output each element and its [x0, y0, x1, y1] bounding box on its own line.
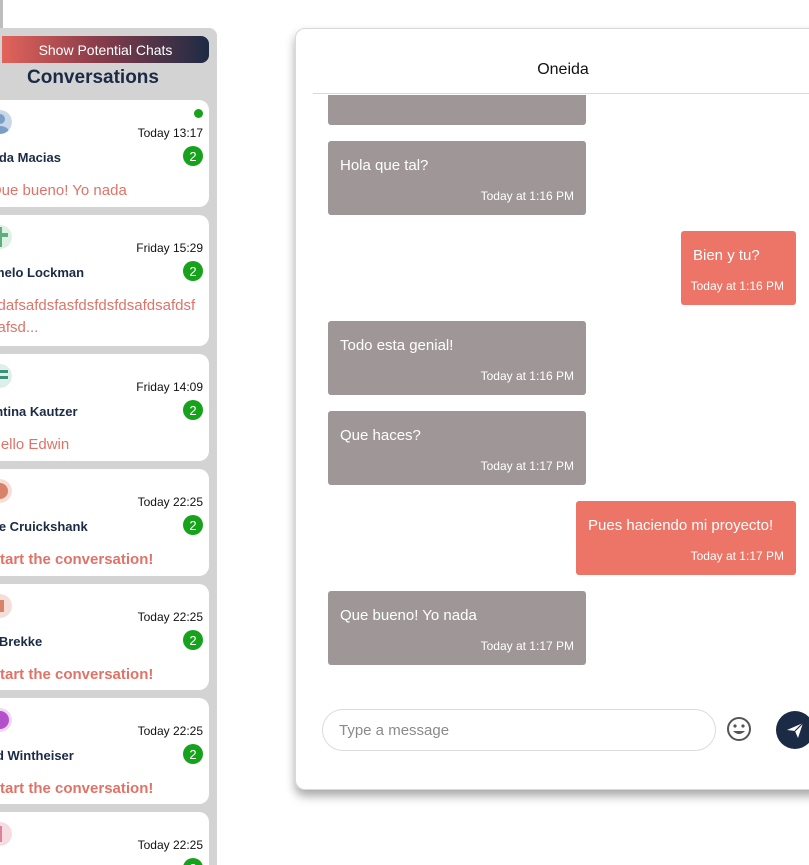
unread-badge: 2: [183, 146, 203, 166]
message-text: Que haces?: [340, 427, 421, 444]
unread-badge: 2: [183, 744, 203, 764]
last-message-preview: Start the conversation!: [0, 780, 154, 797]
last-message-preview: sdafsafdsfasfdsfdsfdsafdsafdsfsafsd...: [0, 297, 196, 336]
avatar: [0, 110, 12, 134]
conversation-sidebar: Show Potential Chats Conversations Today…: [0, 28, 217, 865]
message-time: Today at 1:16 PM: [480, 189, 574, 203]
show-potential-chats-button[interactable]: Show Potential Chats: [2, 36, 209, 63]
avatar: [0, 822, 12, 846]
incoming-message: [328, 95, 586, 125]
conversations-heading: Conversations: [27, 67, 159, 88]
incoming-message: Que haces? Today at 1:17 PM: [328, 411, 586, 485]
conversation-card[interactable]: Friday 15:29 rmelo Lockman 2 sdafsafdsfa…: [0, 215, 209, 346]
message-text: Bien y tu?: [693, 247, 760, 264]
conversation-time: Friday 14:09: [136, 380, 203, 394]
message-list[interactable]: Hola que tal? Today at 1:16 PM Bien y tu…: [296, 95, 809, 690]
message-text: Hola que tal?: [340, 157, 429, 174]
conversation-time: Friday 15:29: [136, 241, 203, 255]
outgoing-message: Bien y tu? Today at 1:16 PM: [681, 231, 796, 305]
paper-plane-icon: [787, 722, 804, 738]
incoming-message: Hola que tal? Today at 1:16 PM: [328, 141, 586, 215]
message-composer: [322, 709, 716, 751]
unread-badge: 2: [183, 630, 203, 650]
message-time: Today at 1:17 PM: [480, 639, 574, 653]
conversation-card[interactable]: Today 22:25 od Wintheiser 2 Start the co…: [0, 698, 209, 804]
chat-header: Oneida: [313, 29, 809, 94]
conversation-card[interactable]: Today 22:25 li Brekke 2 Start the conver…: [0, 584, 209, 690]
message-time: Today at 1:17 PM: [480, 459, 574, 473]
last-message-preview: Start the conversation!: [0, 666, 154, 683]
incoming-message: Que bueno! Yo nada Today at 1:17 PM: [328, 591, 586, 665]
contact-name: li Brekke: [0, 634, 43, 649]
contact-name: entina Kautzer: [0, 404, 78, 419]
message-text: Pues haciendo mi proyecto!: [588, 517, 774, 534]
avatar: [0, 594, 12, 618]
conversation-time: Today 13:17: [137, 126, 203, 140]
online-status-dot: [194, 109, 203, 118]
outgoing-message: Pues haciendo mi proyecto! Today at 1:17…: [576, 501, 796, 575]
avatar: [0, 364, 12, 388]
smiley-face-icon[interactable]: [726, 716, 752, 742]
chat-contact-name: Oneida: [537, 61, 589, 78]
chat-window: Oneida Hola que tal? Today at 1:16 PM Bi…: [295, 28, 809, 790]
message-time: Today at 1:16 PM: [690, 279, 784, 293]
avatar: [0, 479, 12, 503]
avatar: [0, 225, 12, 249]
last-message-preview: Start the conversation!: [0, 551, 154, 568]
message-time: Today at 1:17 PM: [690, 549, 784, 563]
message-text: Todo esta genial!: [340, 337, 454, 354]
contact-name: llie Cruickshank: [0, 519, 88, 534]
unread-badge: 2: [183, 858, 203, 865]
conversation-time: Today 22:25: [137, 610, 203, 624]
last-message-preview: Hello Edwin: [0, 436, 70, 453]
incoming-message: Todo esta genial! Today at 1:16 PM: [328, 321, 586, 395]
contact-name: od Wintheiser: [0, 748, 74, 763]
conversation-time: Today 22:25: [137, 838, 203, 852]
unread-badge: 2: [183, 515, 203, 535]
conversation-card[interactable]: Today 22:25 2: [0, 812, 209, 865]
conversation-card[interactable]: Today 22:25 llie Cruickshank 2 Start the…: [0, 469, 209, 576]
avatar: [0, 708, 12, 732]
contact-name: rmelo Lockman: [0, 265, 85, 280]
unread-badge: 2: [183, 400, 203, 420]
send-button[interactable]: [776, 711, 809, 749]
contact-name: eida Macias: [0, 150, 61, 165]
message-input[interactable]: [339, 720, 699, 740]
last-message-preview: Que bueno! Yo nada: [0, 182, 127, 199]
message-time: Today at 1:16 PM: [480, 369, 574, 383]
conversation-card[interactable]: Today 13:17 eida Macias 2 Que bueno! Yo …: [0, 100, 209, 207]
unread-badge: 2: [183, 261, 203, 281]
conversation-time: Today 22:25: [137, 724, 203, 738]
message-text: Que bueno! Yo nada: [340, 607, 477, 624]
conversation-card[interactable]: Friday 14:09 entina Kautzer 2 Hello Edwi…: [0, 354, 209, 461]
conversation-time: Today 22:25: [137, 495, 203, 509]
